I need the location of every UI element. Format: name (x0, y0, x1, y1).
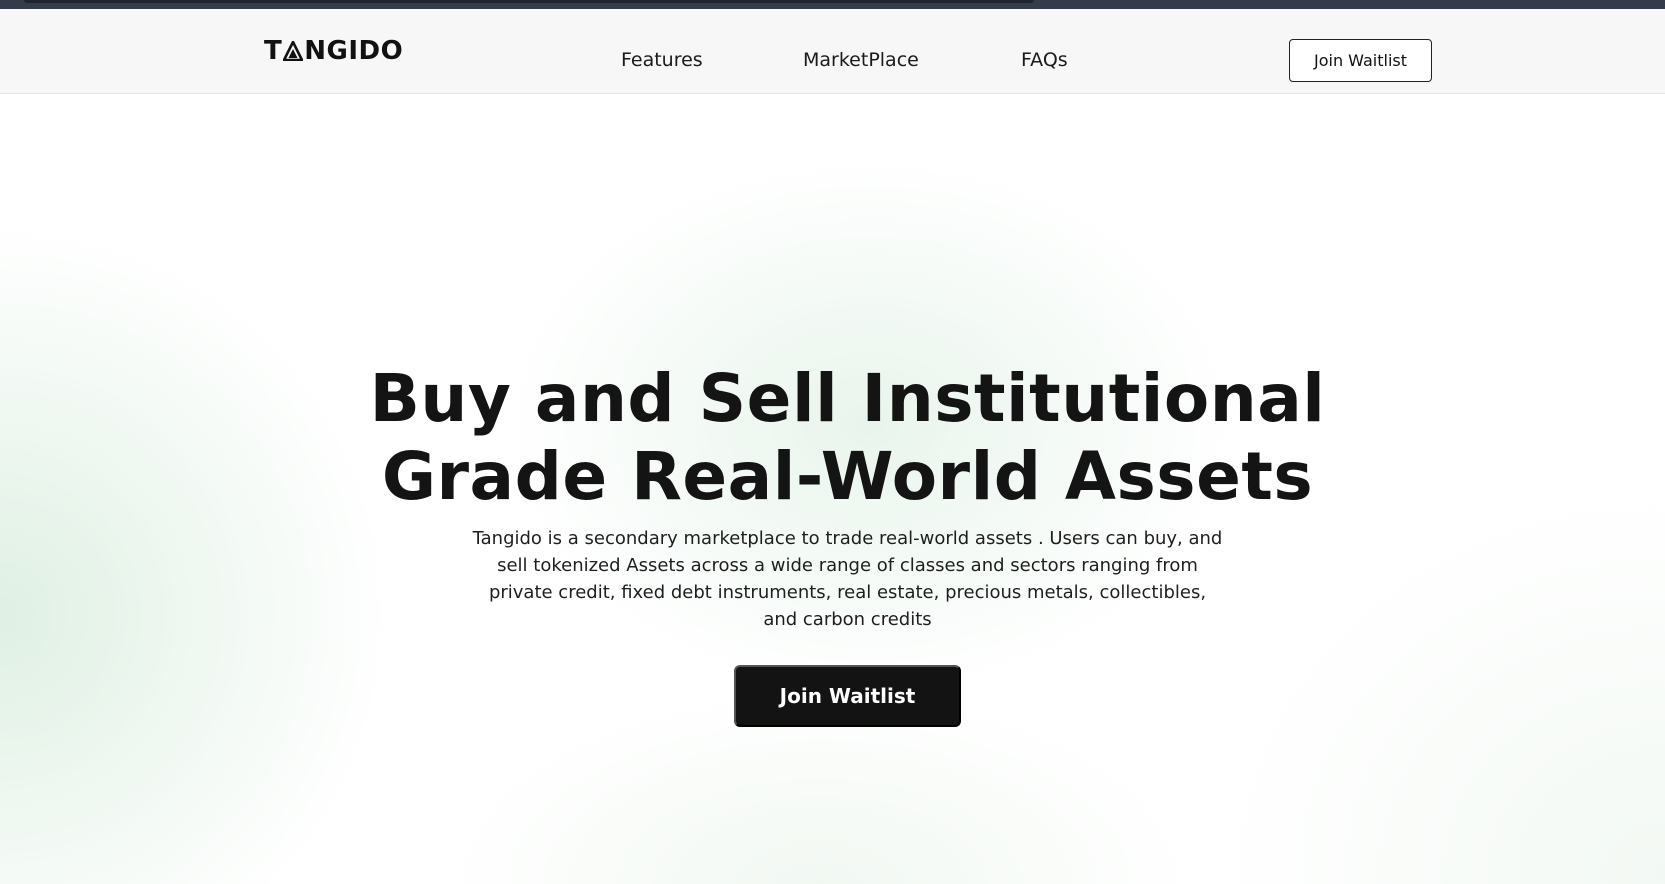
hero-title-line-2: Grade Real-World Assets (381, 438, 1314, 515)
hero-section: Buy and Sell Institutional Grade Real-Wo… (0, 95, 1665, 884)
header-join-waitlist-button[interactable]: Join Waitlist (1289, 39, 1432, 82)
hero-description: Tangido is a secondary marketplace to tr… (472, 528, 1223, 630)
site-logo[interactable]: T NGIDO (264, 36, 403, 66)
nav-link-features[interactable]: Features (621, 49, 703, 71)
hero-title: Buy and Sell Institutional Grade Real-Wo… (0, 360, 1665, 516)
browser-top-strip (0, 0, 1665, 9)
nav-link-marketplace[interactable]: MarketPlace (803, 49, 919, 71)
hero-join-waitlist-button[interactable]: Join Waitlist (734, 665, 961, 727)
nav-link-faqs[interactable]: FAQs (1021, 49, 1068, 71)
logo-triangle-icon (283, 41, 304, 61)
hero-title-line-1: Buy and Sell Institutional (369, 360, 1326, 437)
browser-tab-edge (24, 0, 1034, 3)
site-navbar: T NGIDO Features MarketPlace FAQs Join W… (0, 9, 1665, 94)
